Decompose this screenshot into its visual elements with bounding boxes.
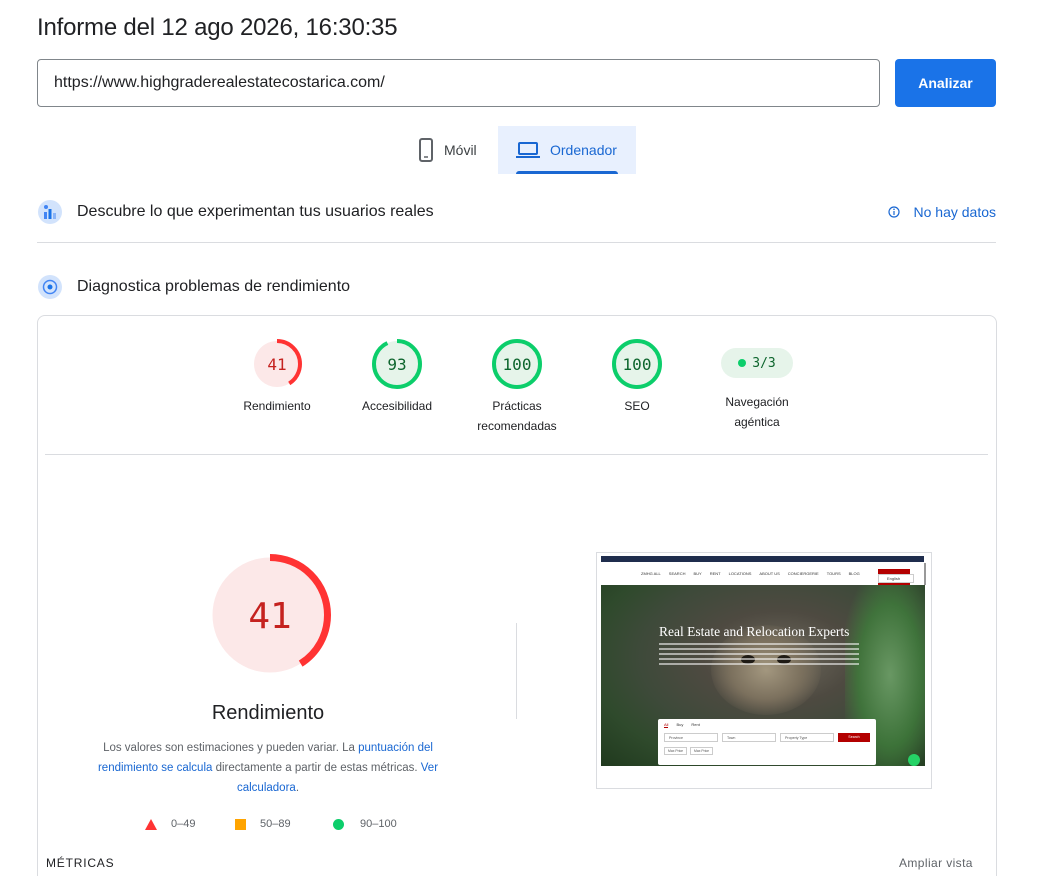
- gauge-accessibility[interactable]: 93 Accesibilidad: [337, 338, 457, 416]
- fail-triangle-icon: [145, 818, 157, 830]
- best-practices-label-line2: recomendadas: [477, 419, 557, 433]
- tab-mobile-label: Móvil: [444, 142, 477, 158]
- thumb-tab-rent: Rent: [691, 722, 700, 727]
- thumb-nav-item: LOCATIONS: [728, 570, 752, 576]
- thumb-scrollbar: [924, 563, 926, 585]
- thumb-province-field: Province: [664, 733, 718, 742]
- tab-selected-indicator: [516, 171, 618, 174]
- tab-desktop[interactable]: Ordenador: [498, 126, 636, 174]
- agentic-label-line2: agéntica: [734, 415, 780, 429]
- thumb-type-field: Property Type: [780, 733, 834, 742]
- legend-fail-label: 0–49: [171, 818, 196, 830]
- thumb-price-min: Max Price: [664, 747, 688, 755]
- field-data-section[interactable]: Descubre lo que experimentan tus usuario…: [37, 199, 996, 225]
- performance-big-gauge-value: 41: [248, 596, 291, 637]
- thumb-nav-item: SEARCH: [668, 570, 686, 576]
- desc-text-1: Los valores son estimaciones y pueden va…: [103, 742, 359, 754]
- thumb-nav-item: BUY: [693, 570, 702, 576]
- expand-view-toggle[interactable]: Ampliar vista: [899, 856, 973, 870]
- whatsapp-icon: [908, 754, 920, 766]
- field-data-label: Descubre lo que experimentan tus usuario…: [77, 203, 434, 220]
- best_practices-gauge-value: 100: [503, 355, 532, 374]
- performance-gauge-value: 41: [267, 355, 286, 374]
- thumb-subtext: [659, 643, 859, 665]
- best-practices-score-gauge: 100: [492, 339, 542, 389]
- thumb-nav-item: BLOG: [848, 570, 860, 576]
- agentic-label: Navegación agéntica: [697, 392, 817, 432]
- page-screenshot: HG ZMHG ALLSEARCHBUYRENTLOCATIONSABOUT U…: [596, 552, 932, 789]
- desc-text-3: .: [295, 782, 300, 794]
- legend-pass: 90–100: [333, 818, 397, 830]
- lab-data-label: Diagnostica problemas de rendimiento: [77, 278, 351, 295]
- seo-score-gauge: 100: [612, 339, 662, 389]
- thumb-tab-buy: Buy: [676, 722, 684, 727]
- report-title: Informe del 12 ago 2026, 16:30:35: [37, 14, 398, 41]
- no-data-indicator[interactable]: No hay datos: [887, 204, 997, 220]
- legend-average: 50–89: [235, 818, 291, 830]
- lab-data-section: Diagnostica problemas de rendimiento: [37, 274, 996, 300]
- thumb-topbar: [601, 556, 924, 562]
- pass-dot-icon: [738, 359, 747, 367]
- gauges-divider: [45, 454, 988, 455]
- url-input[interactable]: [37, 59, 880, 107]
- legend-average-label: 50–89: [260, 818, 291, 830]
- performance-big-gauge: 41: [209, 554, 331, 676]
- best-practices-label: Prácticas recomendadas: [457, 396, 577, 436]
- thumb-nav-item: ZMHG ALL: [641, 570, 661, 576]
- best-practices-label-line1: Prácticas: [492, 399, 542, 413]
- thumb-nav-item: ABOUT US: [759, 570, 780, 576]
- gauge-performance[interactable]: 41 Rendimiento: [217, 338, 337, 416]
- thumb-nav: ZMHG ALL SEARCH BUY RENT LOCATIONS ABOUT US CO…: [601, 563, 924, 583]
- performance-big-label: Rendimiento: [211, 702, 325, 724]
- users-chart-icon: [37, 199, 63, 225]
- thumb-hero-image: Real Estate and Relocation Experts All B…: [601, 585, 925, 766]
- diagnose-icon: [37, 274, 63, 300]
- seo-gauge-value: 100: [623, 355, 652, 374]
- metrics-heading: MÉTRICAS: [46, 856, 115, 870]
- vertical-divider: [516, 623, 517, 719]
- legend-pass-label: 90–100: [360, 818, 397, 830]
- thumb-price-max: Max Price: [690, 747, 714, 755]
- section-divider: [37, 242, 996, 243]
- agentic-score-value: 3/3: [752, 355, 776, 371]
- thumb-language-select: English: [878, 574, 914, 583]
- thumb-nav-item: RENT: [709, 570, 721, 576]
- tab-mobile[interactable]: Móvil: [400, 126, 498, 174]
- info-icon: [887, 206, 900, 218]
- thumb-tab-all: All: [664, 722, 669, 728]
- pass-circle-icon: [333, 818, 344, 830]
- agentic-label-line1: Navegación: [725, 395, 789, 409]
- analyze-button[interactable]: Analizar: [895, 59, 996, 107]
- gauge-seo[interactable]: 100 SEO: [577, 338, 697, 416]
- legend-fail: 0–49: [145, 818, 195, 830]
- no-data-label: No hay datos: [913, 204, 997, 220]
- tab-desktop-label: Ordenador: [550, 142, 617, 158]
- gauge-agentic[interactable]: 3/3 Navegación agéntica: [697, 338, 817, 432]
- desc-text-2: directamente a partir de estas métricas.: [212, 762, 421, 774]
- average-square-icon: [235, 818, 246, 830]
- thumb-search-button: Search: [838, 733, 870, 742]
- thumb-nav-item: CONCIERGERIE: [787, 570, 819, 576]
- seo-label: SEO: [624, 399, 650, 413]
- gauge-best-practices[interactable]: 100 Prácticas recomendadas: [457, 338, 577, 436]
- thumb-search-box: All Buy Rent Province Town Property Type…: [658, 719, 876, 765]
- accessibility-score-gauge: 93: [372, 339, 422, 389]
- thumb-town-field: Town: [722, 733, 776, 742]
- performance-label: Rendimiento: [243, 399, 311, 413]
- accessibility-gauge-value: 93: [387, 355, 406, 374]
- agentic-score-pill: 3/3: [721, 348, 793, 378]
- laptop-icon: [516, 142, 540, 158]
- thumb-headline: Real Estate and Relocation Experts: [659, 624, 850, 639]
- thumb-nav-item: TOURS: [826, 570, 841, 576]
- accessibility-label: Accesibilidad: [361, 399, 433, 413]
- phone-icon: [419, 138, 433, 162]
- performance-description: Los valores son estimaciones y pueden va…: [85, 738, 451, 798]
- performance-score-gauge: 41: [252, 339, 302, 389]
